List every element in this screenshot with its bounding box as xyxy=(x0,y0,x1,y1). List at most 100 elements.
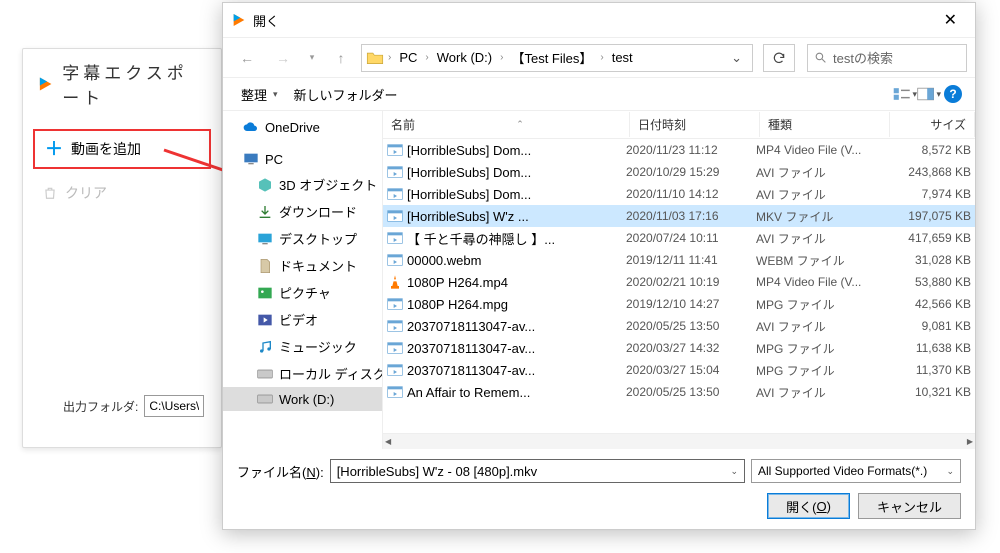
add-video-label: 動画を追加 xyxy=(71,139,141,159)
folder-icon xyxy=(366,51,384,65)
background-window: 字幕エクスポート ＋ 動画を追加 クリア 出力フォルダ: xyxy=(22,48,222,448)
videos-icon xyxy=(257,312,273,328)
tree-item-music[interactable]: ミュージック xyxy=(223,333,382,360)
chevron-down-icon: ▾ xyxy=(273,89,278,100)
trash-icon xyxy=(43,186,57,200)
dialog-toolbar: 整理▾ 新しいフォルダー ▾ ▾ ? xyxy=(223,77,975,111)
filename-input[interactable]: [HorribleSubs] W'z - 08 [480p].mkv ⌄ xyxy=(330,459,745,483)
column-header-name[interactable]: 名前⌃ xyxy=(383,112,630,137)
app-logo-icon xyxy=(37,74,54,94)
column-header-date[interactable]: 日付時刻 xyxy=(630,112,760,137)
output-folder-input[interactable] xyxy=(144,395,204,417)
path-segment[interactable]: Work (D:) xyxy=(433,48,496,67)
close-button[interactable]: ✕ xyxy=(934,6,967,34)
chevron-down-icon: ⌄ xyxy=(730,466,738,477)
music-icon xyxy=(257,339,273,355)
path-dropdown-button[interactable]: ⌄ xyxy=(725,50,748,66)
path-segment[interactable]: test xyxy=(608,48,637,67)
path-segment[interactable]: 【Test Files】 xyxy=(507,46,596,69)
file-row[interactable]: 20370718113047-av...2020/05/25 13:50AVI … xyxy=(383,315,975,337)
file-row[interactable]: 1080P H264.mpg2019/12/10 14:27MPG ファイル42… xyxy=(383,293,975,315)
filename-label: ファイル名(N): xyxy=(237,462,324,481)
output-folder-row: 出力フォルダ: xyxy=(63,395,204,417)
column-header-type[interactable]: 種類 xyxy=(760,112,890,137)
sort-indicator-icon: ⌃ xyxy=(516,119,524,130)
tree-item-videos[interactable]: ビデオ xyxy=(223,306,382,333)
scroll-left-icon: ◀ xyxy=(385,437,391,446)
chevron-right-icon: › xyxy=(423,52,430,63)
refresh-button[interactable] xyxy=(763,44,795,72)
file-row[interactable]: 20370718113047-av...2020/03/27 15:04MPG … xyxy=(383,359,975,381)
tree-item-downloads[interactable]: ダウンロード xyxy=(223,198,382,225)
drive-icon xyxy=(257,391,273,407)
dialog-body: OneDrive PC 3D オブジェクト ダウンロード デスクトップ ドキュメ… xyxy=(223,111,975,449)
file-row[interactable]: [HorribleSubs] Dom...2020/11/10 14:12AVI… xyxy=(383,183,975,205)
filename-value: [HorribleSubs] W'z - 08 [480p].mkv xyxy=(337,464,537,479)
tree-item-onedrive[interactable]: OneDrive xyxy=(223,115,382,139)
cancel-button[interactable]: キャンセル xyxy=(858,493,961,519)
chevron-right-icon: › xyxy=(598,52,605,63)
forward-button[interactable]: → xyxy=(267,44,299,72)
file-list[interactable]: [HorribleSubs] Dom...2020/11/23 11:12MP4… xyxy=(383,139,975,433)
breadcrumb[interactable]: › PC › Work (D:) › 【Test Files】 › test ⌄ xyxy=(361,44,753,72)
scroll-right-icon: ▶ xyxy=(967,437,973,446)
drive-icon xyxy=(257,366,273,382)
refresh-icon xyxy=(772,51,786,65)
path-segment[interactable]: PC xyxy=(395,48,421,67)
file-type-filter[interactable]: All Supported Video Formats(*.) ⌄ xyxy=(751,459,961,483)
tree-item-pictures[interactable]: ピクチャ xyxy=(223,279,382,306)
add-video-button[interactable]: ＋ 動画を追加 xyxy=(33,129,211,169)
app-header: 字幕エクスポート xyxy=(23,49,221,123)
preview-pane-button[interactable]: ▾ xyxy=(917,82,941,106)
desktop-icon xyxy=(257,231,273,247)
file-row[interactable]: 20370718113047-av...2020/03/27 14:32MPG … xyxy=(383,337,975,359)
folder-tree: OneDrive PC 3D オブジェクト ダウンロード デスクトップ ドキュメ… xyxy=(223,111,383,449)
output-folder-label: 出力フォルダ: xyxy=(63,398,138,415)
tree-item-3d-objects[interactable]: 3D オブジェクト xyxy=(223,171,382,198)
app-title: 字幕エクスポート xyxy=(62,59,207,109)
file-row[interactable]: [HorribleSubs] Dom...2020/10/29 15:29AVI… xyxy=(383,161,975,183)
tree-item-work-d[interactable]: Work (D:) xyxy=(223,387,382,411)
column-header-size[interactable]: サイズ xyxy=(890,112,975,137)
chevron-down-icon: ⌄ xyxy=(946,466,954,477)
clear-button[interactable]: クリア xyxy=(33,175,211,211)
search-icon xyxy=(814,51,827,64)
file-row[interactable]: 1080P H264.mp42020/02/21 10:19MP4 Video … xyxy=(383,271,975,293)
chevron-right-icon: › xyxy=(498,52,505,63)
dialog-navbar: ← → ▾ ↑ › PC › Work (D:) › 【Test Files】 … xyxy=(223,37,975,77)
dialog-button-row: 開く(O) キャンセル xyxy=(237,493,961,519)
file-row[interactable]: [HorribleSubs] Dom...2020/11/23 11:12MP4… xyxy=(383,139,975,161)
horizontal-scrollbar[interactable]: ◀▶ xyxy=(383,433,975,449)
dialog-title: 開く xyxy=(253,11,934,30)
file-row[interactable]: [HorribleSubs] W'z ...2020/11/03 17:16MK… xyxy=(383,205,975,227)
search-input[interactable]: testの検索 xyxy=(807,44,967,72)
plus-icon: ＋ xyxy=(45,142,63,156)
open-file-dialog: 開く ✕ ← → ▾ ↑ › PC › Work (D:) › 【Test Fi… xyxy=(222,2,976,530)
pc-icon xyxy=(243,151,259,167)
file-list-area: 名前⌃ 日付時刻 種類 サイズ [HorribleSubs] Dom...202… xyxy=(383,111,975,449)
new-folder-button[interactable]: 新しいフォルダー xyxy=(286,81,406,108)
tree-item-documents[interactable]: ドキュメント xyxy=(223,252,382,279)
download-icon xyxy=(257,204,273,220)
file-row[interactable]: An Affair to Remem...2020/05/25 13:50AVI… xyxy=(383,381,975,403)
open-button[interactable]: 開く(O) xyxy=(767,493,850,519)
help-icon: ? xyxy=(944,85,962,103)
back-button[interactable]: ← xyxy=(231,44,263,72)
help-button[interactable]: ? xyxy=(941,82,965,106)
organize-menu[interactable]: 整理▾ xyxy=(233,81,286,108)
tree-item-local-disk[interactable]: ローカル ディスク (C xyxy=(223,360,382,387)
tree-item-desktop[interactable]: デスクトップ xyxy=(223,225,382,252)
file-row[interactable]: 【 千と千尋の神隠し 】...2020/07/24 10:11AVI ファイル4… xyxy=(383,227,975,249)
chevron-right-icon: › xyxy=(386,52,393,63)
up-button[interactable]: ↑ xyxy=(325,44,357,72)
tree-item-pc[interactable]: PC xyxy=(223,147,382,171)
dialog-footer: ファイル名(N): [HorribleSubs] W'z - 08 [480p]… xyxy=(223,449,975,529)
file-row[interactable]: 00000.webm2019/12/11 11:41WEBM ファイル31,02… xyxy=(383,249,975,271)
cube-icon xyxy=(257,177,273,193)
document-icon xyxy=(257,258,273,274)
filter-value: All Supported Video Formats(*.) xyxy=(758,464,927,478)
recent-dropdown[interactable]: ▾ xyxy=(303,44,321,72)
clear-label: クリア xyxy=(65,183,107,203)
filename-row: ファイル名(N): [HorribleSubs] W'z - 08 [480p]… xyxy=(237,459,961,483)
view-mode-button[interactable]: ▾ xyxy=(893,82,917,106)
